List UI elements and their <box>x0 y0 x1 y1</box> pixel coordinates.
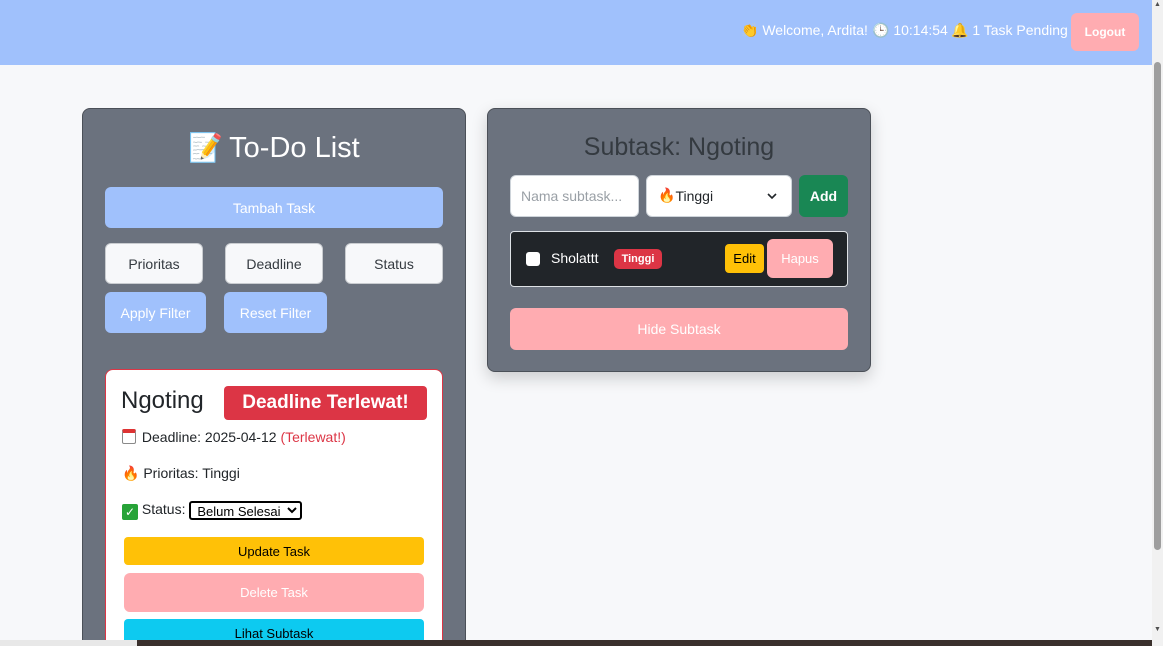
memo-icon: 📝 <box>188 131 224 164</box>
task-card: Ngoting Deadline Terlewat! Deadline: 202… <box>105 369 443 646</box>
check-mark-icon: ✓ <box>122 504 138 521</box>
filter-deadline-button[interactable]: Deadline <box>225 243 323 284</box>
filter-status-button[interactable]: Status <box>345 243 443 284</box>
logout-button[interactable]: Logout <box>1071 13 1139 51</box>
task-deadline-date: Deadline: 2025-04-12 <box>141 429 277 445</box>
add-subtask-button[interactable]: Add <box>799 175 848 217</box>
subtask-title: Subtask: Ngoting <box>583 133 775 161</box>
bottom-taskbar-strip <box>0 640 1152 646</box>
reset-filter-button[interactable]: Reset Filter <box>224 292 327 333</box>
task-deadline: Deadline: 2025-04-12 (Terlewat!) <box>122 429 346 445</box>
task-status: ✓ Status: Belum Selesai <box>122 501 303 521</box>
subtask-panel: Subtask: Ngoting 🔥 Tinggi Add Sholattt T… <box>487 108 871 372</box>
task-deadline-status: (Terlewat!) <box>280 429 346 445</box>
add-task-button[interactable]: Tambah Task <box>105 187 443 228</box>
bell-icon: 🔔 <box>951 23 969 39</box>
calendar-icon <box>122 429 136 444</box>
clapping-hands-icon: 👏 <box>741 23 759 39</box>
task-priority-label: Prioritas: Tinggi <box>143 465 240 481</box>
hide-subtask-button[interactable]: Hide Subtask <box>510 308 848 350</box>
task-status-label: Status: <box>141 501 186 518</box>
todo-panel: 📝 To-Do List Tambah Task Prioritas Deadli… <box>82 108 466 646</box>
pending-count: 1 Task Pending <box>972 22 1068 38</box>
clock-display: 🕒 10:14:54 <box>872 22 948 39</box>
welcome-text: 👏 Welcome, Ardita! <box>741 22 868 39</box>
subtask-item: Sholattt Tinggi Edit Hapus <box>510 231 848 287</box>
filter-priority-button[interactable]: Prioritas <box>105 243 203 284</box>
top-navbar: 👏 Welcome, Ardita! 🕒 10:14:54 🔔 1 Task P… <box>0 0 1152 65</box>
subtask-checkbox[interactable] <box>526 252 540 266</box>
subtask-priority-select[interactable]: 🔥 Tinggi <box>646 175 792 217</box>
delete-subtask-button[interactable]: Hapus <box>767 239 833 278</box>
clock-time: 10:14:54 <box>893 22 948 38</box>
todo-title: 📝 To-Do List <box>83 131 465 165</box>
edit-subtask-button[interactable]: Edit <box>725 244 764 273</box>
task-name: Ngoting <box>121 387 204 414</box>
apply-filter-button[interactable]: Apply Filter <box>105 292 206 333</box>
clock-icon: 🕒 <box>872 23 890 39</box>
page-scrollbar[interactable]: ▲ ▼ <box>1152 0 1163 646</box>
subtask-priority-value: Tinggi <box>675 188 714 204</box>
delete-task-button[interactable]: Delete Task <box>124 573 424 612</box>
scroll-up-icon[interactable]: ▲ <box>1154 1 1161 8</box>
pending-tasks-notice: 🔔 1 Task Pending <box>951 22 1068 39</box>
deadline-overdue-badge: Deadline Terlewat! <box>224 386 427 420</box>
update-task-button[interactable]: Update Task <box>124 537 424 565</box>
taskbar-light-segment <box>0 640 137 646</box>
fire-icon: 🔥 <box>658 188 676 204</box>
subtask-priority-badge: Tinggi <box>614 249 662 269</box>
scroll-down-icon[interactable]: ▼ <box>1154 626 1161 633</box>
scrollbar-thumb[interactable] <box>1154 62 1161 550</box>
todo-title-text: To-Do List <box>229 132 360 164</box>
task-status-select[interactable]: Belum Selesai <box>189 501 303 520</box>
welcome-label: Welcome, Ardita! <box>762 22 868 38</box>
subtask-name-input[interactable] <box>510 175 639 217</box>
subtask-item-name: Sholattt <box>551 250 599 266</box>
chevron-down-icon <box>767 193 777 200</box>
task-priority: 🔥 Prioritas: Tinggi <box>122 465 240 482</box>
fire-icon: 🔥 <box>122 466 140 482</box>
